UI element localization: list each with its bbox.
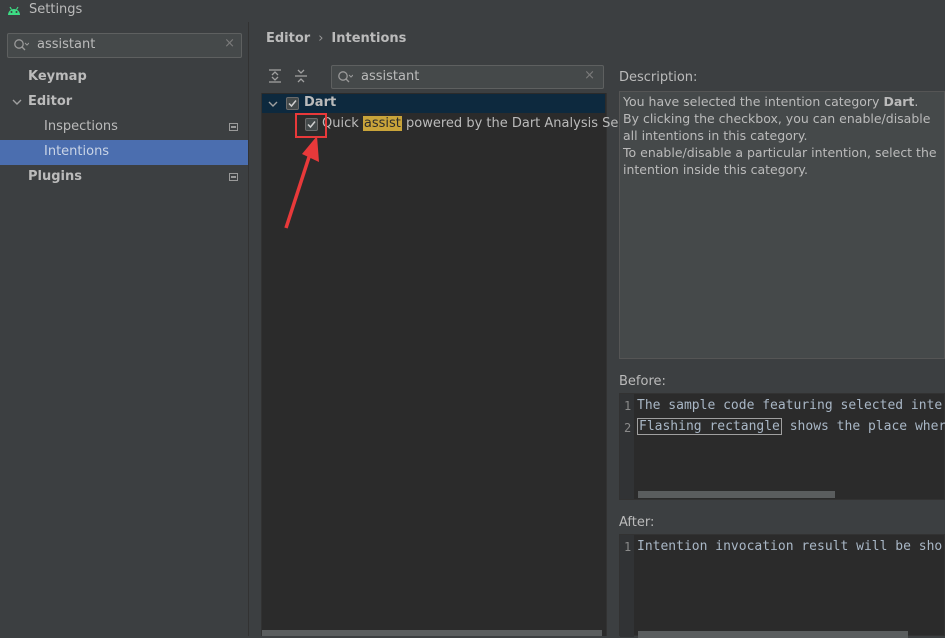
annotation-arrow <box>284 136 319 229</box>
before-code-editor[interactable]: 1 The sample code featuring selected int… <box>619 393 945 500</box>
android-icon <box>8 6 20 15</box>
line-number: 2 <box>624 421 632 435</box>
title-bar <box>0 0 945 22</box>
breadcrumb: Editor › Intentions <box>266 31 406 46</box>
checkmark-icon <box>288 100 297 108</box>
sidebar-item-label: Keymap <box>28 69 87 84</box>
breadcrumb-editor[interactable]: Editor <box>266 31 310 46</box>
description-line: By clicking the checkbox, you can enable… <box>623 111 931 143</box>
sidebar-search-input[interactable]: assistant × <box>7 33 242 58</box>
description-category: Dart <box>883 94 915 109</box>
after-code-editor[interactable]: 1 Intention invocation result will be sh… <box>619 534 945 638</box>
code-line: Flashing rectangle shows the place wher <box>637 418 945 435</box>
tree-horizontal-scrollbar[interactable] <box>262 630 602 636</box>
description-line: You have selected the intention category <box>623 94 884 109</box>
sidebar-item-keymap[interactable]: Keymap <box>0 65 248 90</box>
description-line: To enable/disable a particular intention… <box>623 145 937 177</box>
sidebar-item-label: Inspections <box>44 119 118 134</box>
label-suffix: powered by the Dart Analysis Server <box>401 116 645 131</box>
tree-node-label: Quick assist powered by the Dart Analysi… <box>322 116 645 131</box>
line-number: 1 <box>624 540 632 554</box>
after-label: After: <box>619 515 655 530</box>
expand-all-icon[interactable] <box>267 68 283 84</box>
breadcrumb-separator: › <box>318 31 324 46</box>
project-scope-icon <box>229 173 238 181</box>
sidebar-item-plugins[interactable]: Plugins <box>0 165 248 190</box>
intentions-search-input[interactable]: assistant × <box>331 65 604 89</box>
code-text: shows the place wher <box>781 419 945 434</box>
sidebar-item-editor[interactable]: Editor <box>0 90 248 115</box>
intentions-search-value: assistant <box>361 69 420 84</box>
search-icon <box>14 39 29 51</box>
description-text: You have selected the intention category… <box>623 93 941 178</box>
search-highlight: assist <box>362 116 402 131</box>
tree-node-label: Dart <box>304 95 337 110</box>
sidebar-item-label: Intentions <box>44 144 110 159</box>
code-line: Intention invocation result will be sho <box>637 539 943 554</box>
window-title: Settings <box>29 2 83 17</box>
description-label: Description: <box>619 70 698 85</box>
code-line: The sample code featuring selected inte <box>637 398 943 413</box>
sidebar-item-label: Plugins <box>28 169 82 184</box>
clear-search-icon[interactable]: × <box>224 36 235 51</box>
project-scope-icon <box>229 123 238 131</box>
sidebar-item-inspections[interactable]: Inspections <box>0 115 248 140</box>
tree-node-dart[interactable]: Dart <box>262 94 605 113</box>
description-punct: . <box>914 94 919 109</box>
line-number: 1 <box>624 399 632 413</box>
label-prefix: Quick <box>322 116 363 131</box>
flashing-rectangle: Flashing rectangle <box>637 418 782 435</box>
search-icon <box>338 71 353 83</box>
sidebar-item-intentions[interactable]: Intentions <box>0 140 248 165</box>
code-horizontal-scrollbar[interactable] <box>638 491 835 498</box>
code-horizontal-scrollbar[interactable] <box>638 631 908 638</box>
dart-category-checkbox[interactable] <box>286 97 299 110</box>
sidebar-search-value: assistant <box>37 37 96 52</box>
chevron-down-icon[interactable] <box>12 98 22 106</box>
chevron-down-icon[interactable] <box>268 99 278 109</box>
clear-search-icon[interactable]: × <box>584 68 595 83</box>
before-label: Before: <box>619 374 666 389</box>
breadcrumb-intentions: Intentions <box>331 31 407 46</box>
collapse-all-icon[interactable] <box>293 68 309 84</box>
sidebar-item-label: Editor <box>28 94 73 109</box>
